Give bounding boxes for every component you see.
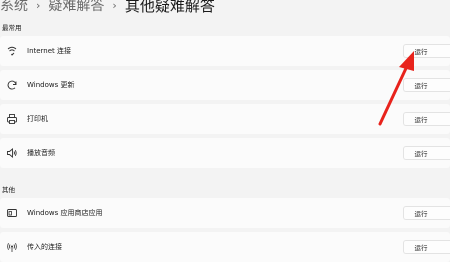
troubleshooter-label: Internet 连接 bbox=[27, 47, 72, 55]
troubleshooter-label: Windows 应用商店应用 bbox=[27, 209, 103, 217]
troubleshooter-store-apps: Windows 应用商店应用 运行 bbox=[0, 198, 450, 228]
troubleshooter-label: 播放音频 bbox=[27, 149, 55, 157]
run-button[interactable]: 运行 bbox=[403, 44, 450, 58]
breadcrumb-troubleshoot[interactable]: 疑难解答 bbox=[48, 0, 104, 15]
refresh-icon bbox=[6, 79, 18, 91]
breadcrumb: 系统 › 疑难解答 › 其他疑难解答 bbox=[0, 0, 215, 16]
section-other-label: 其他 bbox=[2, 186, 15, 194]
app-window-icon bbox=[6, 207, 18, 219]
breadcrumb-separator: › bbox=[36, 0, 41, 12]
troubleshooter-printer: 打印机 运行 bbox=[0, 104, 450, 134]
run-button[interactable]: 运行 bbox=[403, 112, 450, 126]
troubleshooter-label: Windows 更新 bbox=[27, 81, 75, 89]
troubleshooter-internet: Internet 连接 运行 bbox=[0, 36, 450, 66]
breadcrumb-separator: › bbox=[112, 0, 117, 12]
breadcrumb-system[interactable]: 系统 bbox=[0, 0, 28, 15]
run-button[interactable]: 运行 bbox=[403, 206, 450, 220]
antenna-icon bbox=[6, 241, 18, 253]
page-title: 其他疑难解答 bbox=[124, 0, 215, 15]
speaker-icon bbox=[6, 147, 18, 159]
run-button[interactable]: 运行 bbox=[403, 146, 450, 160]
run-button[interactable]: 运行 bbox=[403, 78, 450, 92]
printer-icon bbox=[6, 113, 18, 125]
section-frequent-label: 最常用 bbox=[2, 24, 22, 32]
troubleshooter-audio: 播放音频 运行 bbox=[0, 138, 450, 168]
run-button[interactable]: 运行 bbox=[403, 240, 450, 254]
troubleshooter-label: 打印机 bbox=[27, 115, 48, 123]
troubleshooter-windows-update: Windows 更新 运行 bbox=[0, 70, 450, 100]
troubleshooter-incoming-connections: 传入的连接 运行 bbox=[0, 232, 450, 262]
wifi-icon bbox=[6, 45, 18, 57]
